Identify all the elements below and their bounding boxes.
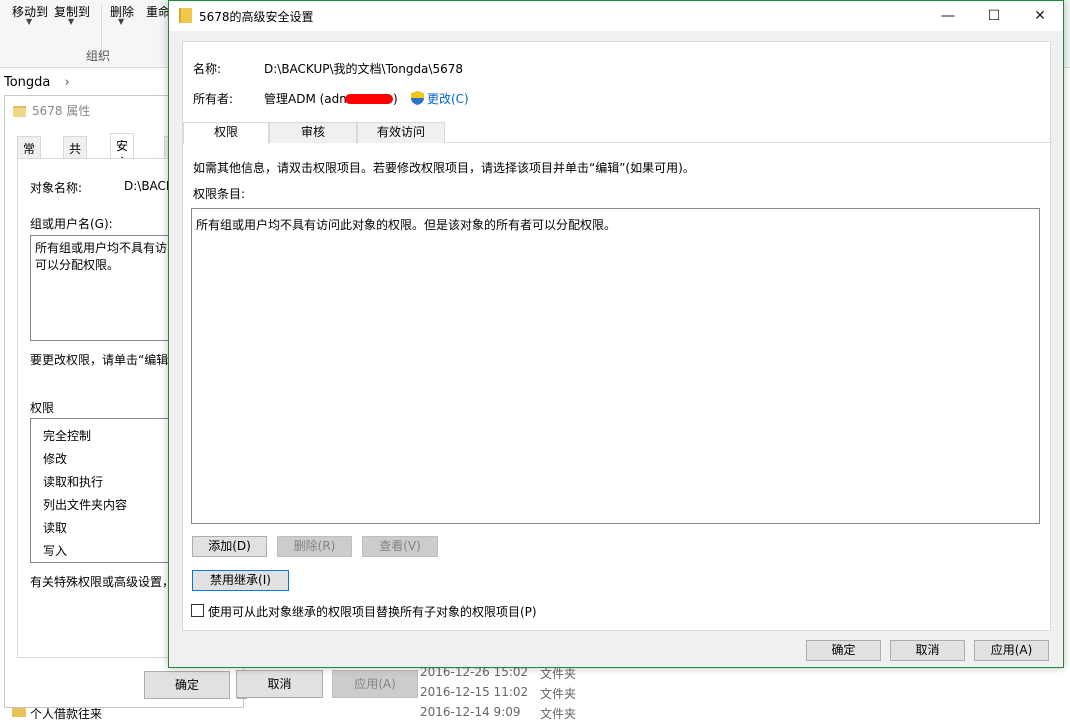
tab-effective-access[interactable]: 有效访问 [357, 122, 445, 143]
cancel-button[interactable]: 取消 [890, 640, 965, 661]
title-bar[interactable]: 5678的高级安全设置 — ☐ ✕ [169, 1, 1063, 31]
dropdown-arrow-icon: ▼ [118, 17, 125, 26]
name-label: 名称: [193, 62, 222, 76]
copy-to-button[interactable]: 复制到 ▼ [54, 3, 90, 26]
dialog-content: 名称: D:\BACKUP\我的文档\Tongda\5678 所有者: 管理AD… [182, 41, 1052, 631]
delete-button[interactable]: 删除 ▼ [110, 3, 134, 26]
entries-label: 权限条目: [193, 187, 246, 201]
owner-name: 管理ADM (adm [264, 92, 351, 106]
folder-icon [179, 8, 192, 23]
tab-security[interactable]: 安全 [110, 133, 135, 170]
permission-item: 读取和执行 [43, 475, 104, 489]
special-hint: 有关特殊权限或高级设置， [30, 575, 175, 589]
groups-message: 所有组或用户均不具有访问 可以分配权限。 [35, 241, 180, 272]
tab-sharing[interactable]: 共享 [63, 136, 88, 173]
rename-label: 重命 [146, 5, 171, 19]
apply-button: 应用(A) [332, 670, 418, 698]
entries-message: 所有组或用户均不具有访问此对象的权限。但是该对象的所有者可以分配权限。 [196, 218, 617, 232]
change-owner-link[interactable]: 更改(C) [411, 90, 469, 107]
permission-item: 读取 [43, 521, 68, 535]
groups-label: 组或用户名(G): [30, 217, 113, 231]
permission-item: 修改 [43, 452, 68, 466]
chevron-right-icon[interactable]: › [65, 75, 70, 90]
properties-title: 5678 属性 [13, 102, 90, 122]
view-button: 查看(V) [362, 536, 438, 557]
permission-item: 列出文件夹内容 [43, 498, 128, 512]
owner-label: 所有者: [193, 92, 234, 106]
redaction-mark [344, 94, 393, 104]
apply-button[interactable]: 应用(A) [974, 640, 1049, 661]
disable-inheritance-button[interactable]: 禁用继承(I) [192, 570, 289, 591]
properties-title-text: 5678 属性 [32, 104, 91, 118]
dropdown-arrow-icon: ▼ [68, 17, 75, 26]
change-hint: 要更改权限，请单击“编辑” [30, 353, 175, 367]
dialog-title: 5678的高级安全设置 [199, 10, 314, 24]
replace-child-permissions-label[interactable]: 使用可从此对象继承的权限项目替换所有子对象的权限项目(P) [208, 603, 537, 620]
ok-button[interactable]: 确定 [144, 671, 230, 699]
file-date: 2016-12-15 11:02 [420, 685, 529, 699]
info-text: 如需其他信息，请双击权限项目。若要修改权限项目，请选择该项目并单击“编辑”(如果… [193, 161, 695, 175]
maximize-button[interactable]: ☐ [971, 1, 1017, 31]
object-name-label: 对象名称: [30, 181, 83, 195]
remove-button: 删除(R) [277, 536, 352, 557]
folder-icon [13, 106, 26, 117]
permission-item: 写入 [43, 544, 68, 558]
ok-button[interactable]: 确定 [806, 640, 881, 661]
close-button[interactable]: ✕ [1017, 1, 1063, 31]
advanced-security-dialog: 5678的高级安全设置 — ☐ ✕ 名称: D:\BACKUP\我的文档\Ton… [168, 0, 1064, 668]
replace-child-permissions-checkbox[interactable] [191, 604, 204, 617]
tab-strip: 权限 审核 有效访问 [183, 122, 1052, 144]
permissions-label: 权限 [30, 401, 55, 415]
ribbon-group-label: 组织 [86, 49, 111, 63]
move-to-button[interactable]: 移动到 ▼ [12, 3, 48, 26]
file-type: 文件夹 [540, 687, 577, 701]
object-name-value: D:\BACK [124, 179, 174, 193]
tab-auditing[interactable]: 审核 [269, 122, 357, 143]
minimize-button[interactable]: — [925, 1, 971, 31]
breadcrumb-segment[interactable]: Tongda [4, 75, 50, 90]
permission-entries-list[interactable]: 所有组或用户均不具有访问此对象的权限。但是该对象的所有者可以分配权限。 [191, 208, 1040, 524]
dropdown-arrow-icon: ▼ [26, 17, 33, 26]
file-date: 2016-12-14 9:09 [420, 705, 521, 719]
change-owner-label[interactable]: 更改(C) [427, 92, 469, 106]
tab-permissions[interactable]: 权限 [183, 122, 269, 144]
file-type: 文件夹 [540, 707, 577, 721]
rename-button[interactable]: 重命 [146, 3, 170, 20]
cancel-button[interactable]: 取消 [236, 670, 323, 698]
owner-value: 管理ADM (adm) [264, 90, 398, 107]
address-bar[interactable]: Tongda › [0, 72, 175, 94]
tab-general[interactable]: 常规 [17, 136, 42, 173]
uac-shield-icon [411, 91, 424, 105]
permission-item: 完全控制 [43, 429, 92, 443]
owner-suffix: ) [392, 92, 398, 106]
add-button[interactable]: 添加(D) [192, 536, 267, 557]
name-value: D:\BACKUP\我的文档\Tongda\5678 [264, 62, 463, 76]
